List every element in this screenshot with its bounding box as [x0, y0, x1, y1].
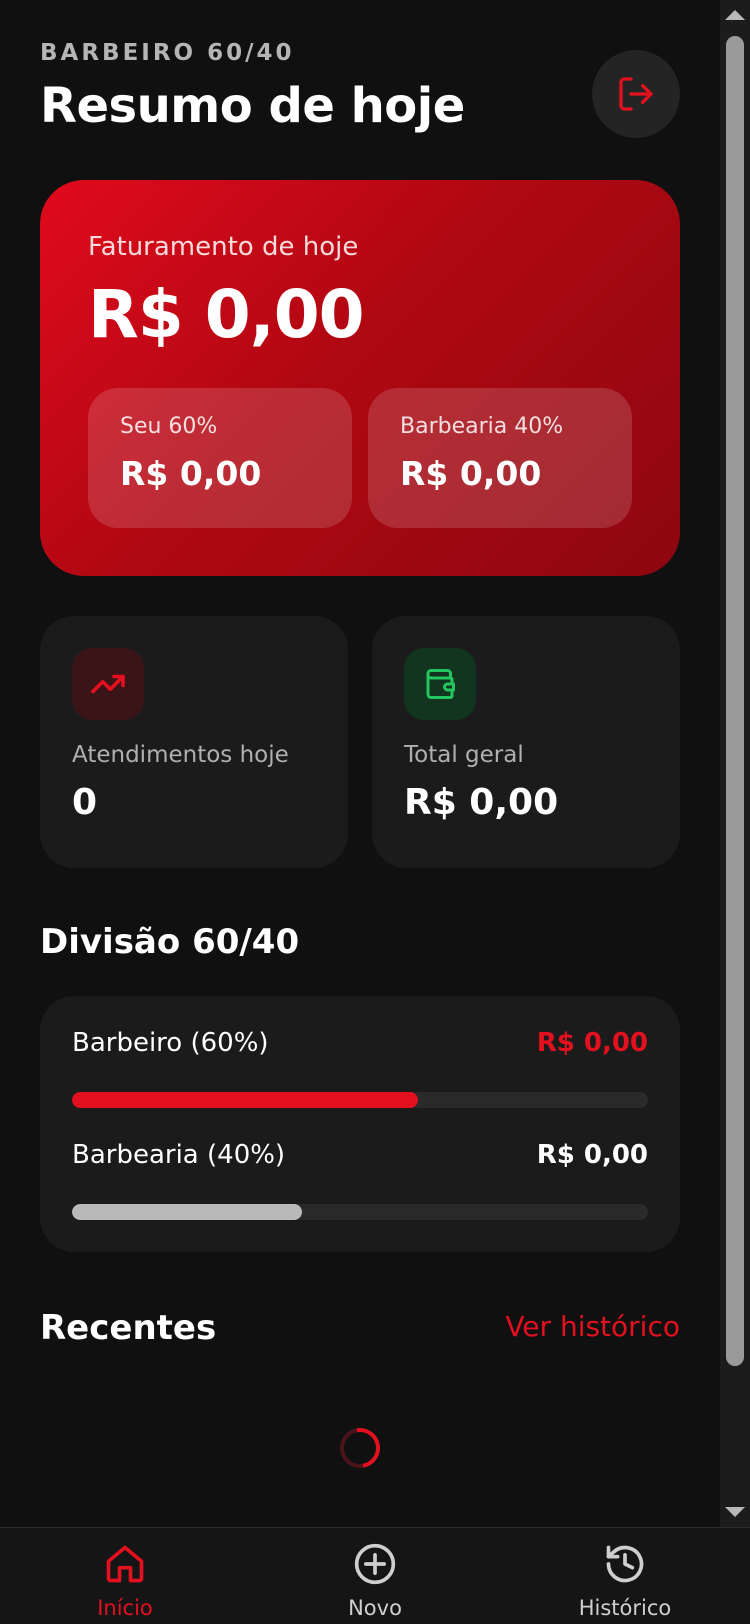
barber-progress-track — [72, 1092, 648, 1108]
home-icon — [106, 1545, 144, 1583]
shop-division-label: Barbearia (40%) — [72, 1140, 286, 1170]
history-icon — [606, 1545, 644, 1583]
scroll-down-arrow[interactable] — [725, 1507, 745, 1517]
barber-progress-fill — [72, 1092, 418, 1108]
total-card: Total geral R$ 0,00 — [372, 616, 680, 868]
nav-new[interactable]: Novo — [275, 1528, 475, 1624]
nav-history-label: Histórico — [578, 1596, 672, 1620]
revenue-value: R$ 0,00 — [88, 276, 365, 353]
shop-progress-fill — [72, 1204, 303, 1220]
loading-spinner — [332, 1420, 388, 1476]
scrollbar[interactable] — [720, 0, 750, 1527]
shop-share-value: R$ 0,00 — [400, 454, 542, 493]
shop-division-value: R$ 0,00 — [536, 1140, 648, 1170]
nav-home-label: Início — [97, 1596, 153, 1620]
barber-division-label: Barbeiro (60%) — [72, 1028, 269, 1058]
wallet-icon — [426, 669, 455, 699]
shop-share-card: Barbearia 40% R$ 0,00 — [368, 388, 632, 528]
page-title: Resumo de hoje — [40, 78, 465, 134]
total-value: R$ 0,00 — [404, 782, 559, 823]
revenue-label: Faturamento de hoje — [88, 232, 359, 262]
appointments-value: 0 — [72, 782, 98, 823]
scroll-thumb[interactable] — [726, 36, 744, 1366]
shop-progress-track — [72, 1204, 648, 1220]
barber-share-value: R$ 0,00 — [120, 454, 262, 493]
main-content: BARBEIRO 60/40 Resumo de hoje Faturament… — [40, 0, 680, 1527]
total-label: Total geral — [404, 742, 524, 768]
scroll-up-arrow[interactable] — [725, 10, 745, 20]
logout-button[interactable] — [592, 50, 680, 138]
page-eyebrow: BARBEIRO 60/40 — [40, 40, 295, 66]
app-screen: BARBEIRO 60/40 Resumo de hoje Faturament… — [0, 0, 750, 1624]
appointments-icon-badge — [72, 648, 144, 720]
appointments-card: Atendimentos hoje 0 — [40, 616, 348, 868]
view-history-link[interactable]: Ver histórico — [505, 1310, 680, 1343]
revenue-card: Faturamento de hoje R$ 0,00 Seu 60% R$ 0… — [40, 180, 680, 576]
nav-new-label: Novo — [348, 1596, 402, 1620]
bottom-nav: Início Novo Histórico — [0, 1527, 750, 1624]
barber-share-card: Seu 60% R$ 0,00 — [88, 388, 352, 528]
division-title: Divisão 60/40 — [40, 922, 300, 962]
barber-division-value: R$ 0,00 — [536, 1028, 648, 1058]
recent-title: Recentes — [40, 1308, 217, 1348]
plus-circle-icon — [354, 1543, 396, 1585]
trending-up-icon — [91, 674, 125, 694]
logout-icon — [619, 77, 653, 111]
nav-home[interactable]: Início — [25, 1528, 225, 1624]
shop-share-label: Barbearia 40% — [400, 414, 564, 439]
nav-history[interactable]: Histórico — [525, 1528, 725, 1624]
division-card: Barbeiro (60%) R$ 0,00 Barbearia (40%) R… — [40, 996, 680, 1252]
appointments-label: Atendimentos hoje — [72, 742, 289, 768]
barber-share-label: Seu 60% — [120, 414, 218, 439]
total-icon-badge — [404, 648, 476, 720]
